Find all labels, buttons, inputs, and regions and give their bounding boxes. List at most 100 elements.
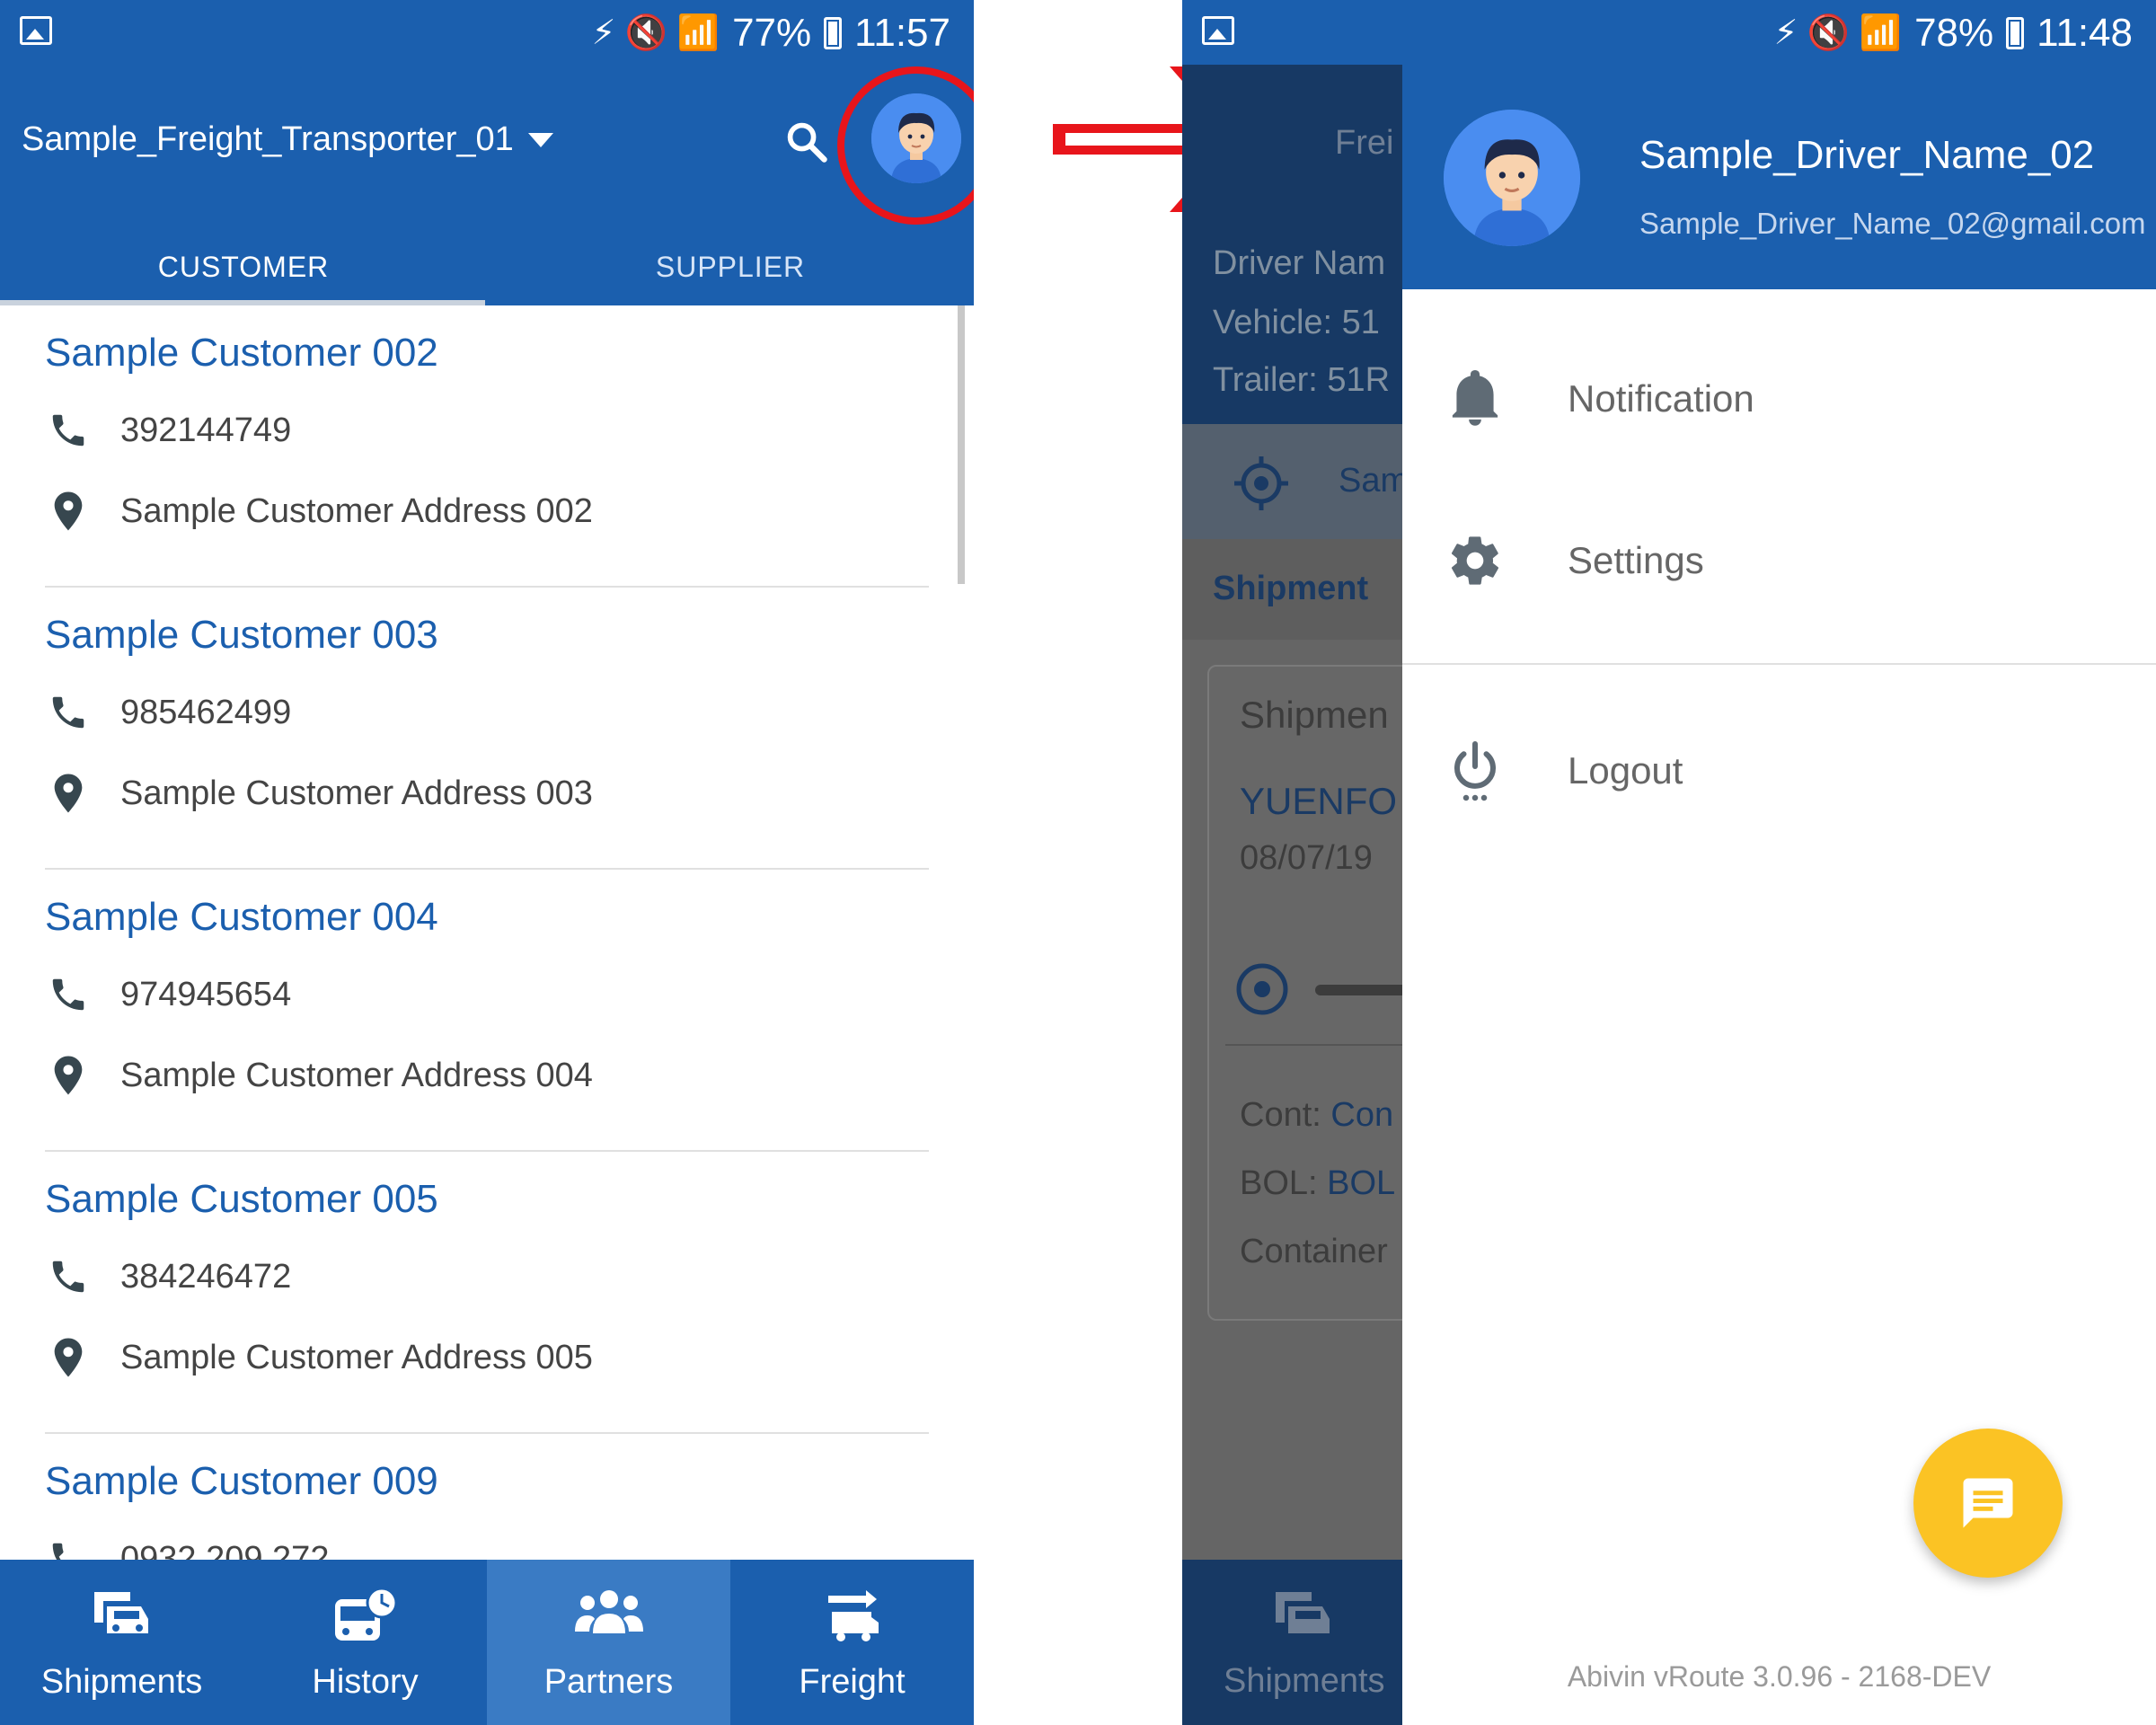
background-vehicle: Vehicle: 51 [1213,304,1380,341]
background-trailer: Trailer: 51R [1213,361,1391,399]
user-email: Sample_Driver_Name_02@gmail.com [1639,207,2146,240]
list-item[interactable]: Sample Customer 005 384246472 Sample Cus… [45,1152,929,1434]
scrollbar[interactable] [958,305,965,584]
truck-icon [93,1592,148,1633]
nav-freight[interactable]: Freight [730,1560,974,1725]
status-bar: ⚡ 🔇 📶 77% 11:57 [0,0,974,66]
phone-icon [45,1256,92,1297]
location-pin-icon [45,773,92,814]
customer-phone[interactable]: 384246472 [120,1258,291,1296]
gallery-notification-icon [20,16,52,45]
background-location-row: Sam [1182,424,1409,539]
location-pin-icon [45,1337,92,1378]
nav-label: Partners [543,1663,674,1701]
radio-icon [1236,963,1288,1015]
background-card-title: Shipmen [1240,694,1389,736]
background-title: Frei [1335,124,1394,162]
location-pin-icon [45,1055,92,1096]
menu-item-notification[interactable]: Notification [1402,336,2156,462]
group-icon [574,1590,643,1633]
menu-item-settings[interactable]: Settings [1402,498,2156,624]
background-section-header: Shipment [1182,539,1402,640]
phone-icon [45,692,92,733]
power-icon [1444,739,1507,802]
dropdown-caret-icon[interactable] [528,133,553,147]
background-nav-label: Shipments [1224,1662,1385,1700]
nav-label: Freight [799,1663,906,1701]
navigation-drawer: Sample_Driver_Name_02 Sample_Driver_Name… [1402,65,2156,1725]
nav-label: History [312,1663,419,1701]
background-location: Sam [1339,462,1409,500]
customer-name[interactable]: Sample Customer 009 [45,1459,438,1504]
target-icon [1234,456,1288,510]
background-section: Shipment [1213,570,1369,607]
clock: 11:57 [854,11,950,55]
chat-icon [1963,1478,2013,1528]
customer-name[interactable]: Sample Customer 005 [45,1177,438,1222]
nav-label: Shipments [40,1663,203,1701]
nav-shipments[interactable]: Shipments [0,1560,243,1725]
menu-label: Logout [1568,749,1683,792]
menu-label: Settings [1568,539,1704,581]
app-version: Abivin vRoute 3.0.96 - 2168-DEV [1567,1660,1992,1693]
chat-fab[interactable] [1913,1429,2063,1578]
customer-address: Sample Customer Address 004 [120,1056,593,1094]
phone-icon [45,974,92,1015]
background-driver: Driver Nam [1213,244,1386,282]
customer-address: Sample Customer Address 003 [120,774,593,812]
drawer-header: Sample_Driver_Name_02 Sample_Driver_Name… [1402,65,2156,289]
signal-icons: ⚡ 🔇 📶 [591,14,720,52]
org-title[interactable]: Sample_Freight_Transporter_01 [22,120,514,159]
tab-customer[interactable]: CUSTOMER [0,228,487,305]
phone-icon [45,410,92,451]
customer-phone[interactable]: 392144749 [120,411,291,450]
nav-partners[interactable]: Partners [487,1560,730,1725]
bottom-navigation: Shipments History Partners Freight [0,1560,974,1725]
app-bar: Sample_Freight_Transporter_01 CUSTOMER S… [0,66,974,305]
background-app-bar: Frei Driver Nam Vehicle: 51 Trailer: 51R [1182,65,1402,424]
bell-icon [1444,367,1507,430]
customer-name[interactable]: Sample Customer 002 [45,331,438,376]
list-item[interactable]: Sample Customer 004 974945654 Sample Cus… [45,870,929,1152]
customer-phone[interactable]: 974945654 [120,976,291,1014]
customer-address: Sample Customer Address 005 [120,1338,593,1376]
battery-icon [824,17,843,49]
customer-name[interactable]: Sample Customer 004 [45,895,438,940]
list-item[interactable]: Sample Customer 003 985462499 Sample Cus… [45,588,929,870]
gear-icon [1444,529,1507,592]
battery-percent: 78% [1914,11,1994,55]
right-screen: ⚡ 🔇 📶 78% 11:48 Frei Driver Nam Vehicle:… [1182,0,2156,1725]
phone-icon [45,1538,92,1560]
location-pin-icon [45,491,92,532]
divider [1402,663,2156,665]
background-container: Container [1240,1233,1388,1270]
left-screen: ⚡ 🔇 📶 77% 11:57 Sample_Freight_Transport… [0,0,974,1725]
list-item[interactable]: Sample Customer 002 392144749 Sample Cus… [45,305,929,588]
customer-name[interactable]: Sample Customer 003 [45,613,438,658]
customer-list[interactable]: Sample Customer 002 392144749 Sample Cus… [0,305,956,1560]
battery-percent: 77% [732,11,812,55]
signal-icons: ⚡ 🔇 📶 [1773,14,1903,52]
gallery-notification-icon [1202,16,1234,45]
background-bottom-nav: Shipments [1182,1560,1402,1725]
user-name: Sample_Driver_Name_02 [1639,133,2095,177]
customer-phone[interactable]: 985462499 [120,694,291,732]
background-bol: BOL: BOL [1240,1164,1396,1202]
battery-icon [2006,17,2025,49]
nav-history[interactable]: History [243,1560,487,1725]
menu-item-logout[interactable]: Logout [1402,708,2156,834]
background-cont: Cont: Con [1240,1096,1394,1134]
customer-phone[interactable]: 0932 209 272 [120,1540,329,1561]
truck-clock-icon [334,1587,397,1641]
status-bar: ⚡ 🔇 📶 78% 11:48 [1182,0,2156,65]
tab-supplier[interactable]: SUPPLIER [487,228,974,305]
clock: 11:48 [2037,11,2133,55]
truck-icon [1276,1592,1330,1633]
background-card-code: YUENFO [1240,780,1398,822]
list-item[interactable]: Sample Customer 009 0932 209 272 [45,1434,929,1560]
background-card-date: 08/07/19 [1240,839,1373,877]
freight-icon [827,1590,879,1641]
avatar[interactable] [1444,110,1580,246]
search-icon[interactable] [783,119,830,165]
menu-label: Notification [1568,377,1754,420]
